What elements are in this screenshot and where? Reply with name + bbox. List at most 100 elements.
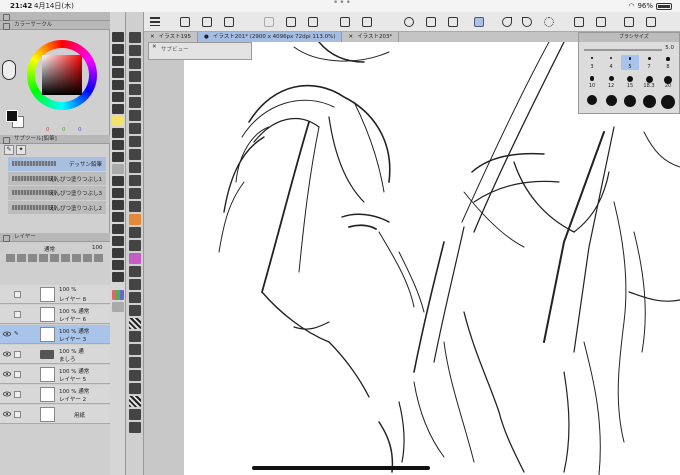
fill-tool-icon[interactable] xyxy=(112,188,124,198)
material-item[interactable] xyxy=(129,136,141,147)
home-indicator[interactable] xyxy=(252,466,430,470)
layer-row-paper[interactable]: 用紙 xyxy=(0,405,110,424)
decoration-tool-icon[interactable] xyxy=(112,152,124,162)
brush-size-option[interactable]: 4 xyxy=(602,55,620,70)
layer-panel-header[interactable]: レイヤー xyxy=(0,233,110,242)
material-item[interactable] xyxy=(129,45,141,56)
gradient-tool-icon[interactable] xyxy=(112,200,124,210)
nav-icon[interactable] xyxy=(426,17,436,27)
material-item[interactable] xyxy=(129,175,141,186)
mask-icon[interactable] xyxy=(72,254,81,262)
subtool-panel-header[interactable]: サブツール[鉛筆] xyxy=(0,135,110,144)
material-item[interactable] xyxy=(129,383,141,394)
new-vector-layer-icon[interactable] xyxy=(17,254,26,262)
material-item[interactable] xyxy=(129,409,141,420)
material-item[interactable] xyxy=(129,240,141,251)
new-layer-icon[interactable] xyxy=(6,254,15,262)
brush-size-option[interactable] xyxy=(621,93,639,108)
material-item[interactable] xyxy=(129,422,141,433)
merge-icon[interactable] xyxy=(83,254,92,262)
layer-row[interactable]: 100 % 通常 レイヤー 5 xyxy=(0,365,110,384)
brush-item[interactable]: えんぴつ塗りつぶし3 xyxy=(8,186,106,200)
layer-row[interactable]: 100 % レイヤー 8 xyxy=(0,285,110,304)
material-item[interactable] xyxy=(129,305,141,316)
layer-lock-icon[interactable] xyxy=(14,371,21,378)
multitask-dots-icon[interactable]: ••• xyxy=(333,0,352,9)
redo-icon[interactable] xyxy=(522,17,532,27)
layer-row-active[interactable]: ✎ 100 % 通常 レイヤー 3 xyxy=(0,325,110,344)
material-item[interactable] xyxy=(129,110,141,121)
selection-tool-icon[interactable] xyxy=(112,68,124,78)
brush-size-header[interactable]: ブラシサイズ xyxy=(579,33,679,42)
brush-size-option[interactable] xyxy=(602,93,620,108)
material-item[interactable] xyxy=(129,292,141,303)
layer-row[interactable]: 100 % 通常 レイヤー 2 xyxy=(0,385,110,404)
ruler-tool-icon[interactable] xyxy=(112,236,124,246)
active-tool-icon[interactable] xyxy=(474,17,484,27)
close-icon[interactable]: ✕ xyxy=(152,44,157,50)
airbrush-tool-icon[interactable] xyxy=(112,140,124,150)
brush-item[interactable]: デッサン鉛筆 xyxy=(8,157,106,171)
blend-mode-select[interactable]: 通常 xyxy=(44,245,55,253)
brush-item[interactable]: えんぴつ塗りつぶし2 xyxy=(8,200,106,214)
close-icon[interactable]: ● xyxy=(204,34,209,40)
material-item[interactable] xyxy=(129,162,141,173)
tab-illust-203[interactable]: ✕ イラスト203* xyxy=(342,32,400,42)
flip-icon[interactable] xyxy=(340,17,350,27)
brush-size-option[interactable] xyxy=(659,93,677,109)
material-item[interactable] xyxy=(129,201,141,212)
loading-icon[interactable] xyxy=(544,17,554,27)
transform-icon[interactable] xyxy=(286,17,296,27)
move-icon[interactable] xyxy=(308,17,318,27)
main-sub-color-icon[interactable] xyxy=(112,290,124,300)
eye-icon[interactable] xyxy=(3,370,11,378)
material-item[interactable] xyxy=(129,279,141,290)
layer-lock-icon[interactable] xyxy=(14,351,21,358)
brush-tool-icon[interactable] xyxy=(112,128,124,138)
zoom-icon[interactable] xyxy=(404,17,414,27)
brush-size-option[interactable]: 20 xyxy=(659,74,677,89)
frame-tool-icon[interactable] xyxy=(112,224,124,234)
move-tool-icon[interactable] xyxy=(112,44,124,54)
eye-icon[interactable] xyxy=(3,330,11,338)
brush-size-option[interactable] xyxy=(583,93,601,108)
material-item[interactable] xyxy=(129,331,141,342)
pen-icon[interactable] xyxy=(596,17,606,27)
pencil-tool-icon[interactable] xyxy=(112,116,124,126)
saturation-value-square[interactable] xyxy=(42,55,82,95)
reference-icon[interactable] xyxy=(50,254,59,262)
foreground-color-swatch[interactable] xyxy=(6,110,18,122)
brush-item[interactable]: えんぴつ塗りつぶし1 xyxy=(8,171,106,185)
brush-size-option[interactable]: 10 xyxy=(583,74,601,89)
figure-tool-icon[interactable] xyxy=(112,212,124,222)
tab-illust-201[interactable]: ● イラスト201* (2900 x 4096px 72dpi 113.0%) xyxy=(198,32,343,42)
new-folder-icon[interactable] xyxy=(28,254,37,262)
eye-icon[interactable] xyxy=(3,390,11,398)
material-item[interactable] xyxy=(129,344,141,355)
tab-illust-195[interactable]: ✕ イラスト195 xyxy=(144,32,198,42)
material-item[interactable] xyxy=(129,253,141,264)
material-item[interactable] xyxy=(129,214,141,225)
settings-icon[interactable] xyxy=(448,17,458,27)
close-icon[interactable] xyxy=(646,17,656,27)
undo-icon[interactable] xyxy=(502,17,512,27)
material-item[interactable] xyxy=(129,58,141,69)
material-item[interactable] xyxy=(129,149,141,160)
cut-icon[interactable] xyxy=(264,17,274,27)
close-icon[interactable]: ✕ xyxy=(150,34,155,40)
eye-icon[interactable] xyxy=(3,410,11,418)
brush-size-option[interactable] xyxy=(640,93,658,108)
color-mode-icon[interactable] xyxy=(2,60,16,80)
sub-view-palette[interactable]: ✕ サブビュー xyxy=(148,42,252,60)
eye-icon[interactable] xyxy=(3,350,11,358)
operation-tool-icon[interactable] xyxy=(112,56,124,66)
brush-size-value[interactable]: 5.0 xyxy=(665,45,674,51)
pastel-tab-icon[interactable]: ✦ xyxy=(16,145,26,155)
rotate-icon[interactable] xyxy=(362,17,372,27)
material-item[interactable] xyxy=(129,188,141,199)
material-item[interactable] xyxy=(129,123,141,134)
layer-row[interactable]: 100 % 通常 レイヤー 6 xyxy=(0,305,110,324)
balloon-tool-icon[interactable] xyxy=(112,260,124,270)
layer-opacity-value[interactable]: 100 xyxy=(92,245,103,251)
material-item[interactable] xyxy=(129,266,141,277)
